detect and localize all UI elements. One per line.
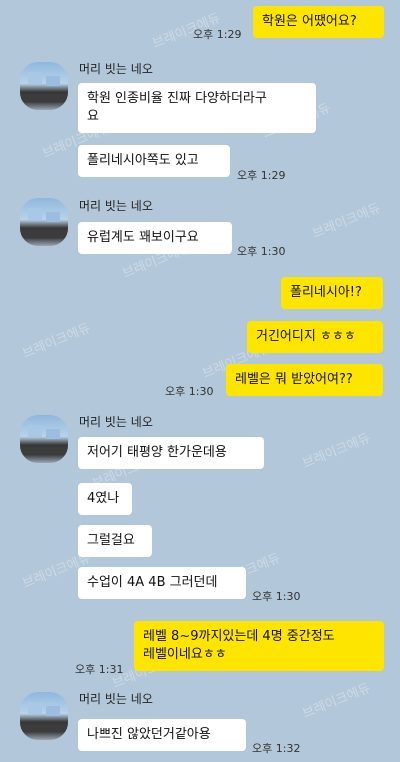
watermark-text: 브레이크에듀 [300, 680, 373, 722]
watermark-text: 브레이크에듀 [20, 320, 93, 362]
contact-avatar[interactable] [20, 62, 68, 110]
outgoing-message[interactable]: 레벨 8~9까지있는데 4명 중간정도 레벨이네요ㅎㅎ [134, 621, 384, 671]
incoming-message[interactable]: 나쁘진 않았던거같아용 [78, 719, 246, 751]
message-time: 오후 1:32 [252, 742, 301, 755]
incoming-message[interactable]: 폴리네시아쪽도 있고 [78, 145, 230, 177]
contact-avatar[interactable] [20, 692, 68, 740]
outgoing-message[interactable]: 학원은 어땠어요? [253, 6, 384, 38]
contact-name: 머리 빗는 네오 [79, 199, 153, 213]
message-time: 오후 1:30 [165, 385, 214, 398]
incoming-message[interactable]: 그럴걸요 [78, 525, 152, 557]
watermark-text: 브레이크에듀 [300, 430, 373, 472]
incoming-message[interactable]: 유럽계도 꽤보이구요 [78, 222, 232, 254]
message-time: 오후 1:29 [237, 169, 286, 182]
message-time: 오후 1:30 [252, 590, 301, 603]
watermark-text: 브레이크에듀 [310, 200, 383, 242]
outgoing-message[interactable]: 레벨은 뭐 받았어여?? [226, 364, 383, 396]
contact-name: 머리 빗는 네오 [79, 415, 153, 429]
outgoing-message[interactable]: 거긴어디지 ㅎㅎㅎ [247, 321, 383, 353]
incoming-message[interactable]: 저어기 태평양 한가운데용 [78, 437, 264, 469]
contact-name: 머리 빗는 네오 [79, 62, 153, 76]
message-time: 오후 1:30 [237, 245, 286, 258]
message-time: 오후 1:29 [193, 28, 242, 41]
contact-name: 머리 빗는 네오 [79, 692, 153, 706]
outgoing-message[interactable]: 폴리네시아!? [281, 277, 383, 309]
contact-avatar[interactable] [20, 198, 68, 246]
incoming-message[interactable]: 4였나 [78, 483, 132, 515]
incoming-message[interactable]: 수업이 4A 4B 그러던데 [78, 567, 246, 599]
message-time: 오후 1:31 [75, 663, 124, 676]
contact-avatar[interactable] [20, 415, 68, 463]
incoming-message[interactable]: 학원 인종비율 진짜 다양하더라구 요 [78, 83, 316, 133]
